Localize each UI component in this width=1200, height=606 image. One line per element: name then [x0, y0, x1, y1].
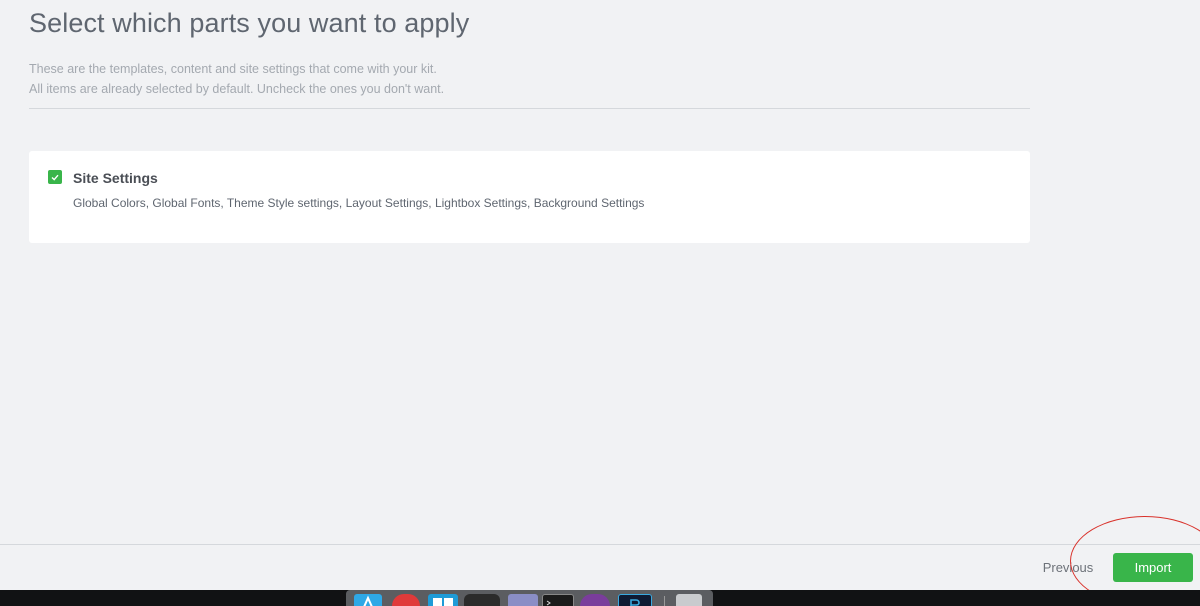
- appstore-icon[interactable]: [354, 594, 382, 606]
- mission-control-icon[interactable]: [464, 594, 500, 606]
- header-divider: [29, 108, 1030, 109]
- page-title: Select which parts you want to apply: [29, 8, 470, 38]
- macos-dock: [346, 590, 713, 606]
- photoshop-icon[interactable]: [618, 594, 652, 606]
- page-description: These are the templates, content and sit…: [29, 59, 444, 99]
- app-window: Select which parts you want to apply The…: [0, 0, 1200, 606]
- dock-separator: [664, 596, 665, 606]
- trash-icon[interactable]: [676, 594, 702, 606]
- description-line-1: These are the templates, content and sit…: [29, 62, 437, 76]
- part-card-site-settings: Site Settings Global Colors, Global Font…: [29, 151, 1030, 243]
- window-manager-icon[interactable]: [428, 594, 458, 606]
- github-icon[interactable]: [580, 594, 610, 606]
- box-icon[interactable]: [508, 594, 538, 606]
- footer-divider: [0, 544, 1200, 545]
- previous-button[interactable]: Previous: [1036, 556, 1100, 578]
- part-description: Global Colors, Global Fonts, Theme Style…: [73, 196, 645, 210]
- vivaldi-icon[interactable]: [392, 594, 420, 606]
- site-settings-checkbox[interactable]: [48, 170, 62, 184]
- description-line-2: All items are already selected by defaul…: [29, 82, 445, 96]
- import-button[interactable]: Import: [1113, 553, 1193, 582]
- terminal-icon[interactable]: [542, 594, 574, 606]
- part-title: Site Settings: [73, 170, 158, 186]
- checkmark-icon: [51, 174, 59, 181]
